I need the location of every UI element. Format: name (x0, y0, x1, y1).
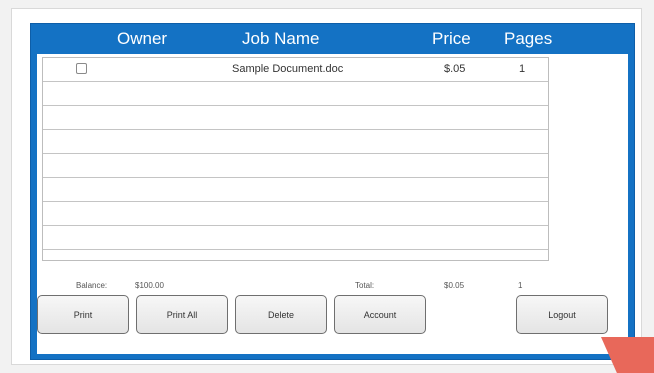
logout-button[interactable]: Logout (516, 295, 608, 334)
table-header: Owner Job Name Price Pages (31, 24, 634, 54)
total-pages: 1 (518, 281, 523, 290)
print-all-button[interactable]: Print All (136, 295, 228, 334)
table-row (43, 202, 548, 226)
job-pages-cell: 1 (519, 63, 526, 75)
total-label: Total: (355, 281, 375, 290)
table-row (43, 178, 548, 202)
header-job-name: Job Name (242, 29, 320, 48)
table-row (43, 82, 548, 106)
header-owner: Owner (117, 29, 168, 48)
header-pages: Pages (504, 29, 553, 48)
corner-decoration (601, 337, 654, 373)
total-value: $0.05 (444, 281, 465, 290)
account-button[interactable]: Account (334, 295, 426, 334)
job-select-checkbox[interactable] (76, 63, 87, 74)
job-price-cell: $.05 (444, 63, 466, 75)
header-price: Price (432, 29, 471, 48)
table-row (43, 226, 548, 250)
print-queue-panel: Owner Job Name Price Pages Sample Docume… (30, 23, 635, 360)
print-button[interactable]: Print (37, 295, 129, 334)
job-name-cell: Sample Document.doc (232, 63, 344, 75)
queue-content: Sample Document.doc $.05 1 Balance: $100… (37, 54, 628, 354)
table-row (43, 106, 548, 130)
job-table: Sample Document.doc $.05 1 (42, 57, 549, 261)
table-row[interactable]: Sample Document.doc $.05 1 (43, 58, 548, 82)
balance-label: Balance: (76, 281, 108, 290)
table-row (43, 130, 548, 154)
table-row (43, 154, 548, 178)
balance-value: $100.00 (135, 281, 164, 290)
delete-button[interactable]: Delete (235, 295, 327, 334)
summary-bar: Balance: $100.00 Total: $0.05 1 (37, 279, 628, 293)
